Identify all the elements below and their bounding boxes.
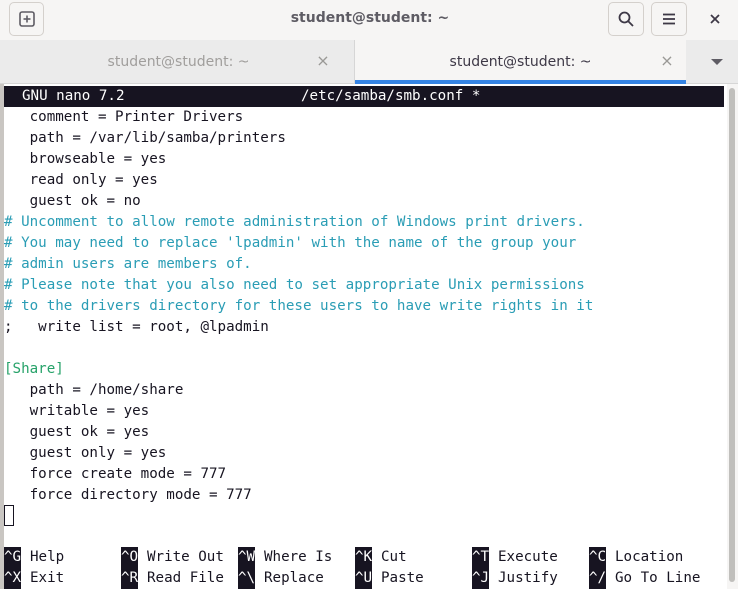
tab-terminal-2[interactable]: student@student: ~ × (354, 40, 686, 84)
nano-version: GNU nano 7.2 (22, 88, 125, 104)
file-line: path = /home/share (4, 382, 184, 398)
shortcut-key[interactable]: ^T (472, 547, 490, 568)
text-cursor (4, 505, 14, 526)
shortcut-key[interactable]: ^X (4, 568, 22, 589)
close-window-button[interactable] (700, 6, 730, 32)
nano-title-bar: GNU nano 7.2 /etc/samba/smb.conf * (4, 86, 724, 107)
window-title: student@student: ~ (290, 10, 450, 26)
file-line: path = /var/lib/samba/printers (4, 130, 286, 146)
new-tab-icon (18, 11, 35, 27)
search-button[interactable] (608, 2, 644, 36)
tab-label: student@student: ~ (107, 54, 250, 70)
shortcut-label: Paste (381, 570, 424, 586)
shortcut-label: Read File (147, 570, 224, 586)
new-tab-button[interactable] (9, 2, 44, 36)
file-line: comment = Printer Drivers (4, 109, 244, 125)
tab-close-icon[interactable]: × (660, 53, 674, 69)
shortcut-key[interactable]: ^O (121, 547, 139, 568)
tabs-dropdown-button[interactable] (700, 40, 734, 84)
file-line: read only = yes (4, 172, 158, 188)
shortcut-key[interactable]: ^J (472, 568, 490, 589)
header-bar: student@student: ~ (0, 0, 738, 40)
shortcut-key[interactable]: ^G (4, 547, 22, 568)
tab-close-icon[interactable]: × (316, 53, 330, 69)
shortcut-label: Execute (498, 549, 558, 565)
scrollbar-thumb[interactable] (729, 88, 735, 582)
shortcut-key[interactable]: ^\ (238, 568, 256, 589)
nano-filename: /etc/samba/smb.conf * (301, 88, 481, 104)
shortcut-label: Write Out (147, 549, 224, 565)
hamburger-menu-icon (663, 13, 675, 25)
comment-line: # You may need to replace 'lpadmin' with… (4, 235, 577, 251)
main-menu-button[interactable] (651, 2, 687, 36)
tab-terminal-1[interactable]: student@student: ~ × (4, 40, 353, 84)
comment-line: # admin users are members of. (4, 256, 252, 272)
shortcut-label: Go To Line (615, 570, 701, 586)
shortcut-key[interactable]: ^C (589, 547, 607, 568)
comment-line: # Uncomment to allow remote administrati… (4, 214, 585, 230)
close-icon (710, 14, 720, 24)
shortcut-label: Help (30, 549, 65, 565)
file-line: force create mode = 777 (4, 466, 227, 482)
shortcut-key[interactable]: ^R (121, 568, 139, 589)
tab-label: student@student: ~ (449, 54, 592, 70)
shortcut-label: Location (615, 549, 684, 565)
tab-bar: student@student: ~ × student@student: ~ … (0, 40, 738, 84)
chevron-down-icon (711, 59, 723, 65)
terminal-scrollbar[interactable] (727, 84, 738, 589)
comment-line: # to the drivers directory for these use… (4, 298, 594, 314)
shortcut-label: Replace (264, 570, 324, 586)
section-header: [Share] (4, 361, 64, 377)
terminal-area[interactable]: GNU nano 7.2 /etc/samba/smb.conf * comme… (4, 84, 724, 589)
shortcut-label: Exit (30, 570, 65, 586)
shortcut-label: Cut (381, 549, 407, 565)
file-line: guest only = yes (4, 445, 167, 461)
shortcut-key[interactable]: ^/ (589, 568, 607, 589)
shortcut-key[interactable]: ^K (355, 547, 373, 568)
shortcut-label: Where Is (264, 549, 333, 565)
file-line: ; write list = root, @lpadmin (4, 319, 269, 335)
shortcut-key[interactable]: ^U (355, 568, 373, 589)
file-line: writable = yes (4, 403, 150, 419)
file-line: guest ok = yes (4, 424, 150, 440)
shortcut-key[interactable]: ^W (238, 547, 256, 568)
file-line: guest ok = no (4, 193, 141, 209)
file-line: browseable = yes (4, 151, 167, 167)
file-line: force directory mode = 777 (4, 487, 252, 503)
shortcut-label: Justify (498, 570, 558, 586)
comment-line: # Please note that you also need to set … (4, 277, 585, 293)
search-icon (618, 11, 634, 27)
